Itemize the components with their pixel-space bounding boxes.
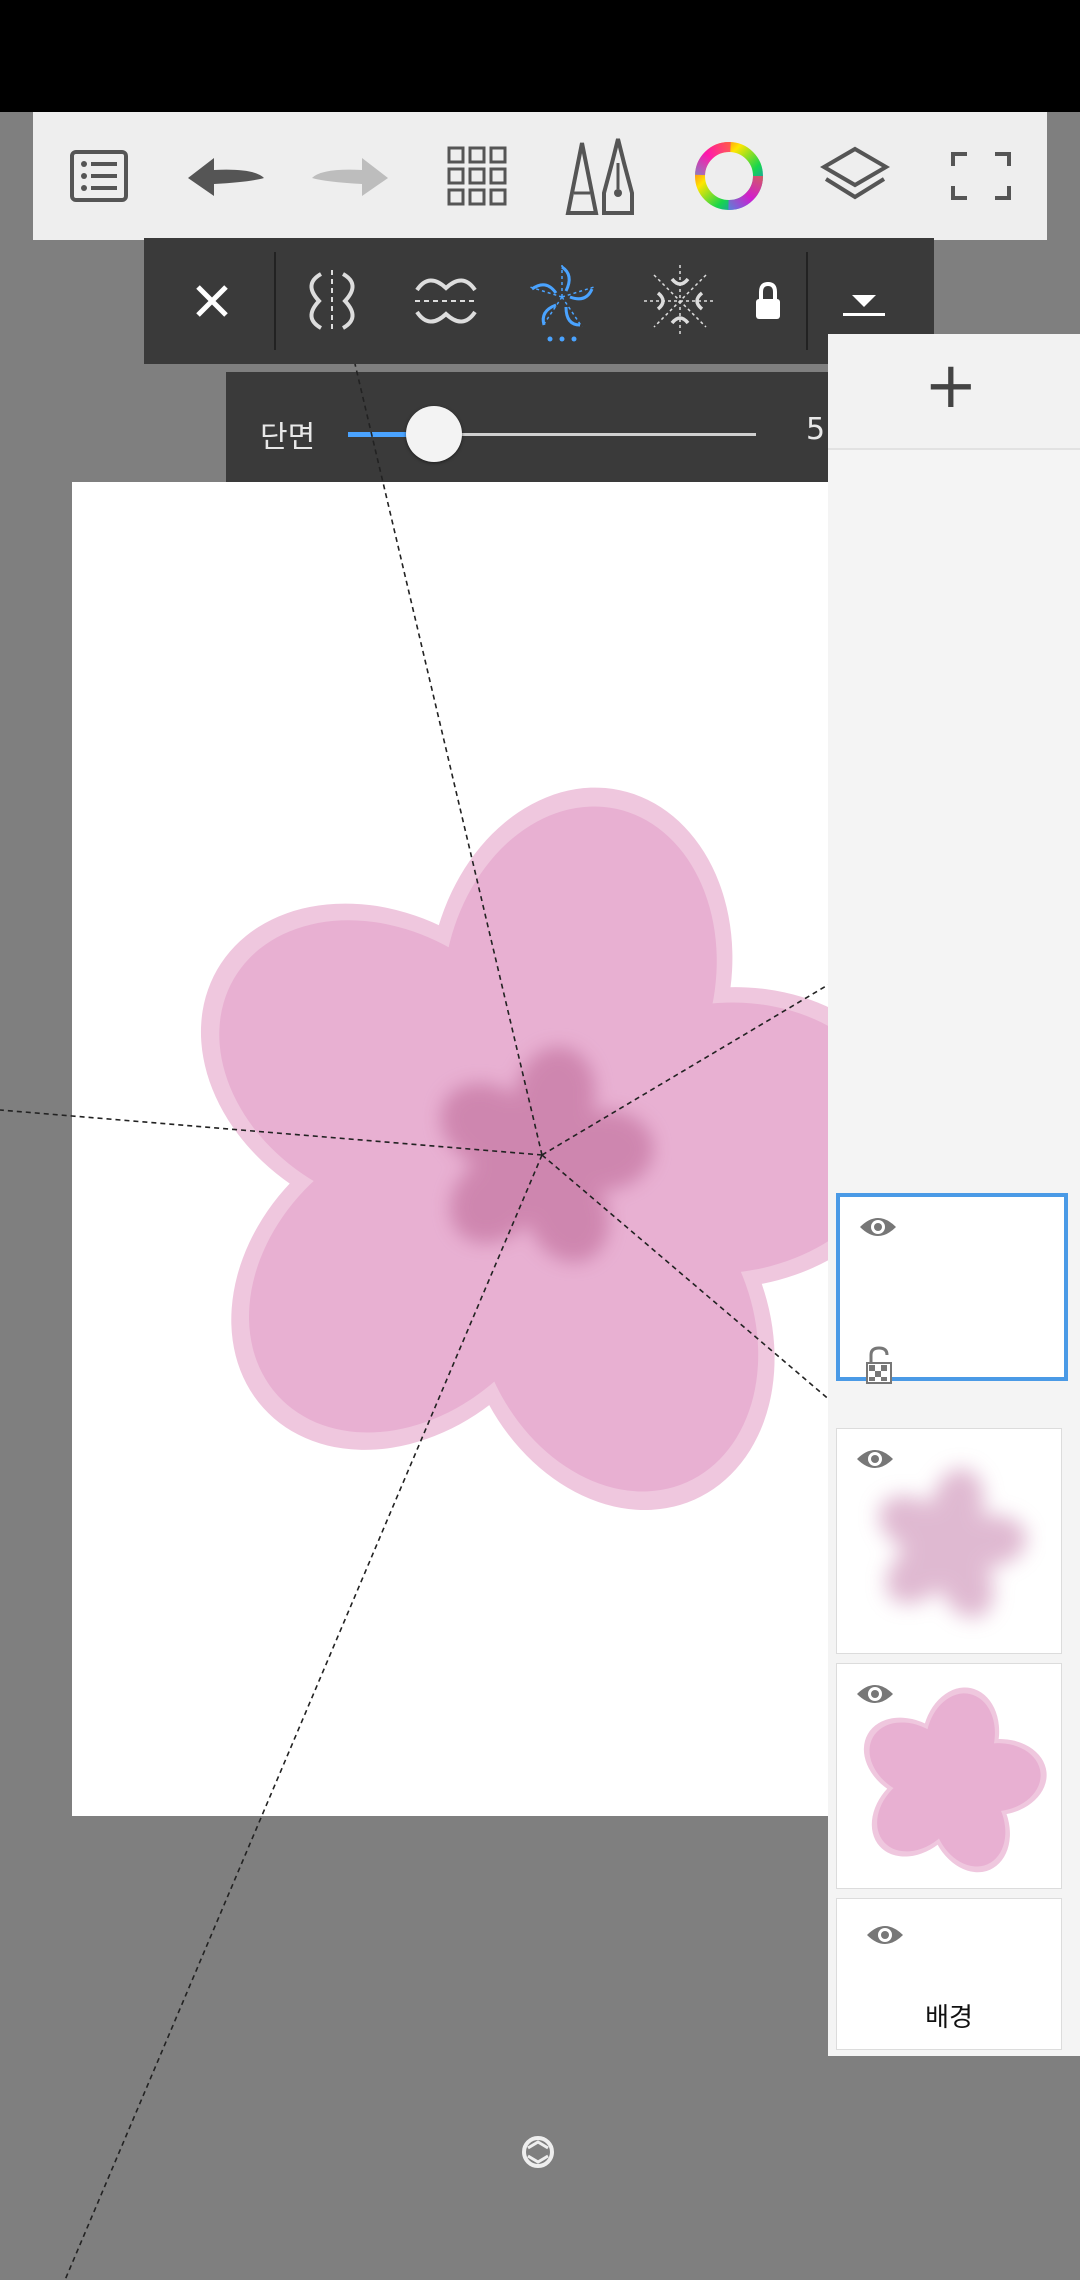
layer-item[interactable] [836, 1663, 1062, 1889]
layer-item[interactable] [836, 1193, 1068, 1384]
add-layer-button[interactable]: + [924, 350, 978, 422]
eye-icon[interactable] [858, 1213, 898, 1241]
canvas-rotate-icon[interactable] [518, 2132, 558, 2172]
lock-open-checker-icon[interactable] [864, 1345, 894, 1385]
layer-item-background[interactable]: 배경 [836, 1898, 1062, 2050]
eye-icon[interactable] [855, 1680, 895, 1708]
eye-icon[interactable] [865, 1921, 905, 1949]
layer-add-bar: + [828, 334, 1080, 450]
eye-icon[interactable] [855, 1445, 895, 1473]
layer-name: 배경 [925, 2003, 973, 2033]
layer-item[interactable] [836, 1428, 1062, 1654]
